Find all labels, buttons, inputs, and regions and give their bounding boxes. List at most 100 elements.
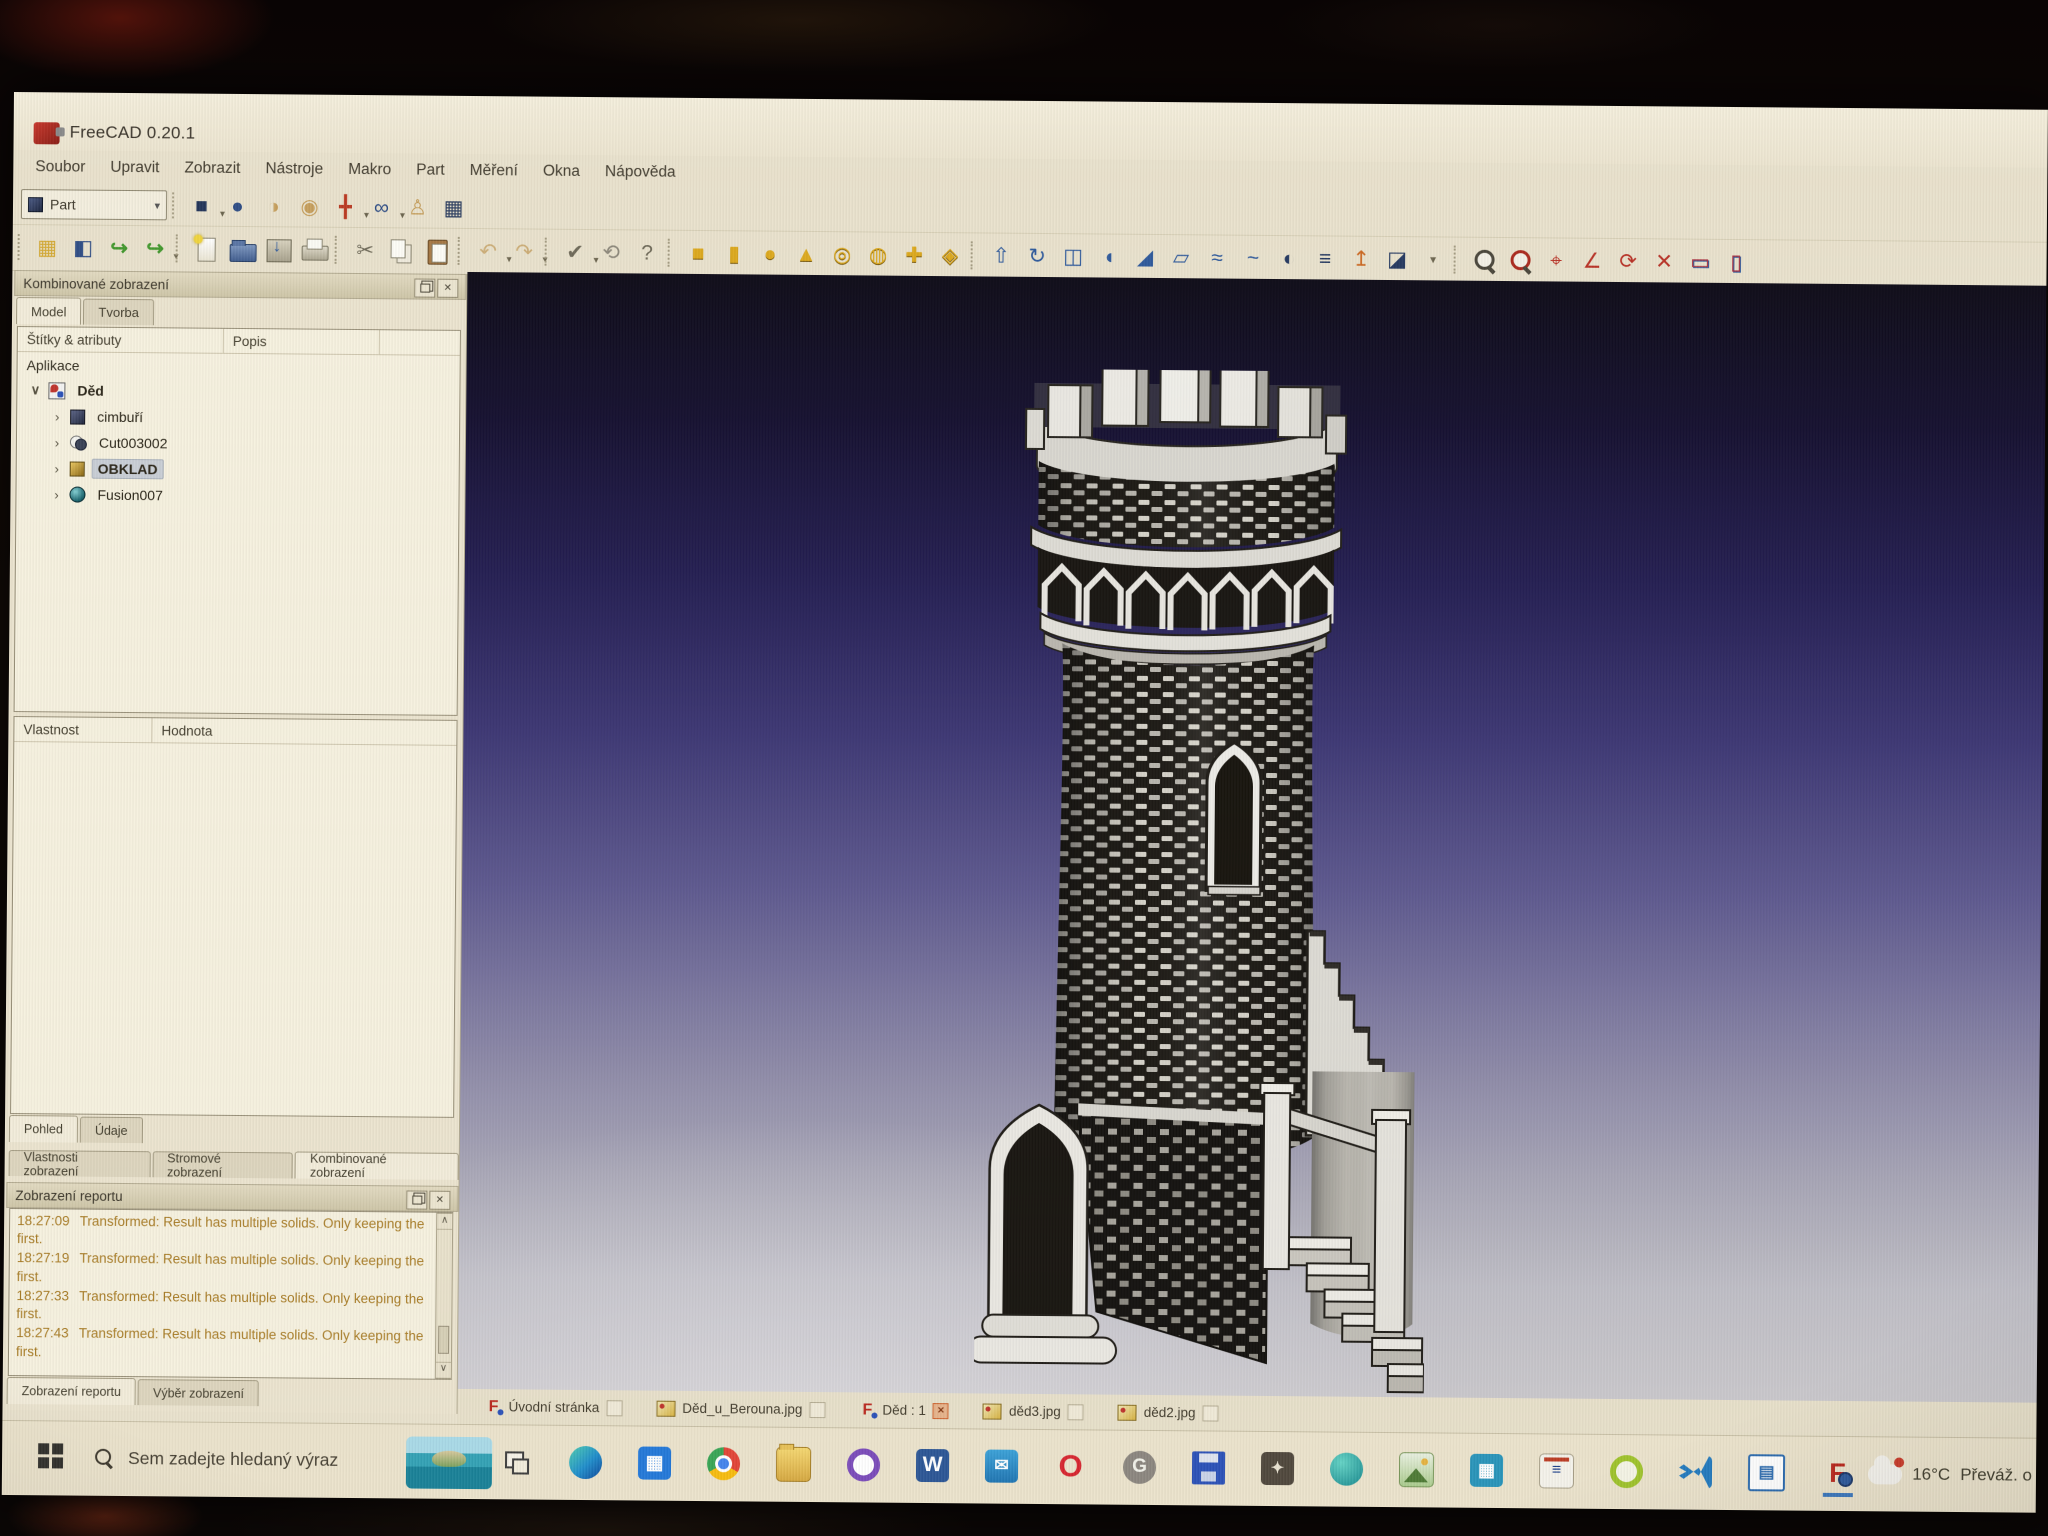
measure-refresh-icon[interactable]: ⟳ xyxy=(1612,245,1643,276)
thickness-icon[interactable]: ◪ xyxy=(1381,243,1412,274)
zoom-selection-icon[interactable] xyxy=(1468,244,1499,275)
loft-icon[interactable]: ≈ xyxy=(1201,242,1232,273)
refresh-icon[interactable]: ⟲ xyxy=(595,237,626,268)
photos-app-icon[interactable] xyxy=(1398,1451,1435,1487)
workbench-selector[interactable]: Part ▾ xyxy=(20,189,168,221)
csn-app-icon[interactable]: ≡ xyxy=(1538,1452,1575,1489)
menu-item[interactable]: Soubor xyxy=(35,158,85,176)
mail-icon[interactable]: ✉ xyxy=(984,1449,1019,1483)
compound-from-mesh-icon[interactable]: ◈ xyxy=(934,240,965,271)
close-tab-icon[interactable] xyxy=(606,1399,623,1416)
tab-tvorba[interactable]: Tvorba xyxy=(83,298,155,326)
save-icon[interactable] xyxy=(263,234,294,265)
tree-root-application[interactable]: Aplikace xyxy=(18,352,460,381)
join-features-icon[interactable]: ∞ ▾ xyxy=(366,192,405,223)
chevron-collapsed-icon[interactable]: › xyxy=(50,487,62,502)
pipe-tool-icon[interactable]: ╋ ▾ xyxy=(330,191,369,222)
measure-clear-icon[interactable]: ✕ xyxy=(1648,246,1679,277)
revolve-icon[interactable]: ↻ xyxy=(1021,240,1052,271)
compound-tools-icon[interactable]: ■ ▾ xyxy=(186,190,225,221)
measure-angular-icon[interactable]: ∠ xyxy=(1576,245,1607,276)
chevron-expanded-icon[interactable]: ∨ xyxy=(29,382,41,398)
more-part-tools-dropdown[interactable]: ▾ xyxy=(1417,244,1448,275)
file-explorer-icon[interactable] xyxy=(775,1446,812,1482)
menu-item[interactable]: Part xyxy=(416,162,445,180)
tube-primitive-icon[interactable]: ◍ xyxy=(862,239,893,270)
sweep-icon[interactable]: ~ xyxy=(1237,242,1268,273)
report-scrollbar[interactable]: ∧ ∨ xyxy=(434,1212,454,1379)
menu-item[interactable]: Nápověda xyxy=(605,163,676,182)
import-icon[interactable]: ↪ xyxy=(104,232,135,263)
chamfer-icon[interactable]: ◢ xyxy=(1129,241,1160,272)
mannequin-icon[interactable]: ♙ xyxy=(402,192,433,223)
toolbar-handle[interactable] xyxy=(171,192,182,219)
report-view-header[interactable]: Zobrazení reportu ✕ xyxy=(6,1181,459,1212)
dock-tab-vlastnosti-zobrazeni[interactable]: Vlastnosti zobrazení xyxy=(8,1150,151,1178)
float-panel-icon[interactable] xyxy=(406,1190,428,1210)
chrome-icon[interactable] xyxy=(706,1446,741,1480)
tab-model[interactable]: Model xyxy=(15,297,82,325)
tab-zobrazeni-reportu[interactable]: Zobrazení reportu xyxy=(6,1376,137,1406)
mdi-tab-ded-u-berouna[interactable]: Děd_u_Berouna.jpg xyxy=(652,1397,829,1421)
lime-app-icon[interactable] xyxy=(1609,1454,1644,1488)
libreoffice-icon[interactable]: ▤ xyxy=(1747,1453,1786,1492)
boolean-common-icon[interactable]: ◉ xyxy=(294,191,325,222)
utility-app-icon[interactable]: ✦ xyxy=(1260,1451,1295,1485)
section-icon[interactable]: ◐ xyxy=(1273,242,1304,273)
menu-item[interactable]: Makro xyxy=(348,161,391,179)
tray-temperature[interactable]: 16°C xyxy=(1912,1465,1950,1485)
boolean-union-icon[interactable]: ● xyxy=(222,190,253,221)
undo-icon[interactable]: ↶ ▾ xyxy=(472,236,511,267)
tab-pohled[interactable]: Pohled xyxy=(8,1114,79,1143)
export-icon[interactable]: ↪ ▾ xyxy=(140,233,178,264)
close-panel-icon[interactable]: ✕ xyxy=(429,1190,451,1210)
toggle-dimensions-icon[interactable]: ▯ xyxy=(1720,246,1751,277)
chevron-collapsed-icon[interactable]: › xyxy=(51,409,63,424)
close-tab-icon[interactable] xyxy=(1067,1403,1084,1420)
menu-item[interactable]: Upravit xyxy=(110,159,159,177)
tree-item-ded[interactable]: ∨ Děd xyxy=(17,377,459,407)
open-document-icon[interactable] xyxy=(227,233,258,264)
taskbar-search[interactable] xyxy=(94,1438,404,1481)
tab-vyber-zobrazeni[interactable]: Výběr zobrazení xyxy=(137,1379,260,1407)
extrude-icon[interactable]: ⇧ xyxy=(985,240,1016,271)
3d-viewport[interactable] xyxy=(457,271,2047,1403)
property-column-vlastnost[interactable]: Vlastnost xyxy=(14,717,153,743)
zoom-object-icon[interactable] xyxy=(1504,245,1535,276)
toolbar-handle[interactable] xyxy=(17,234,27,261)
close-tab-icon[interactable] xyxy=(809,1401,826,1418)
tree-item-cut003002[interactable]: › Cut003002 xyxy=(17,429,459,459)
folder-blue-icon[interactable]: ◧ xyxy=(68,232,99,263)
cylinder-primitive-icon[interactable]: ▮ xyxy=(718,238,749,269)
cone-primitive-icon[interactable]: ▲ xyxy=(790,238,821,269)
scroll-down-icon[interactable]: ∨ xyxy=(435,1361,451,1377)
opera-icon[interactable]: O xyxy=(1054,1448,1087,1483)
tree-column-popis[interactable]: Popis xyxy=(223,328,380,355)
floppy-tool-icon[interactable] xyxy=(1191,1450,1226,1485)
sphere-primitive-icon[interactable]: ● xyxy=(754,238,785,269)
chevron-collapsed-icon[interactable]: › xyxy=(51,435,63,450)
gimp-icon[interactable]: G xyxy=(1122,1450,1157,1484)
measure-box-icon[interactable]: ▦ xyxy=(438,192,469,223)
news-widget-icon[interactable] xyxy=(405,1436,493,1490)
copy-icon[interactable] xyxy=(385,235,416,266)
tree-item-cimburi[interactable]: › cimbuří xyxy=(17,403,459,433)
close-tab-icon[interactable]: ✕ xyxy=(932,1402,950,1419)
redo-icon[interactable]: ↷ ▾ xyxy=(508,236,547,267)
dock-tab-stromove-zobrazeni[interactable]: Stromové zobrazení xyxy=(152,1151,294,1179)
ruled-surface-icon[interactable]: ▱ xyxy=(1165,242,1196,273)
freecad-taskbar-icon[interactable]: F xyxy=(1821,1456,1854,1489)
scroll-up-icon[interactable]: ∧ xyxy=(437,1214,453,1230)
whats-this-icon[interactable]: ? xyxy=(631,237,662,268)
cut-icon[interactable]: ✂ xyxy=(349,234,380,265)
boolean-cut-icon[interactable]: ◑ xyxy=(258,191,289,222)
media-app-icon[interactable] xyxy=(1329,1452,1364,1486)
search-input[interactable] xyxy=(125,1446,391,1472)
microsoft-store-icon[interactable]: ▦ xyxy=(637,1445,672,1480)
tab-udaje[interactable]: Údaje xyxy=(79,1116,143,1144)
shape-builder-icon[interactable]: ✚ xyxy=(898,239,929,270)
vscode-icon[interactable] xyxy=(1679,1455,1712,1488)
tree-column-labels[interactable]: Štítky & atributy xyxy=(17,327,224,353)
mdi-tab-ded2[interactable]: děd2.jpg xyxy=(1114,1401,1223,1424)
tree-item-obklad[interactable]: › OBKLAD xyxy=(17,455,459,485)
